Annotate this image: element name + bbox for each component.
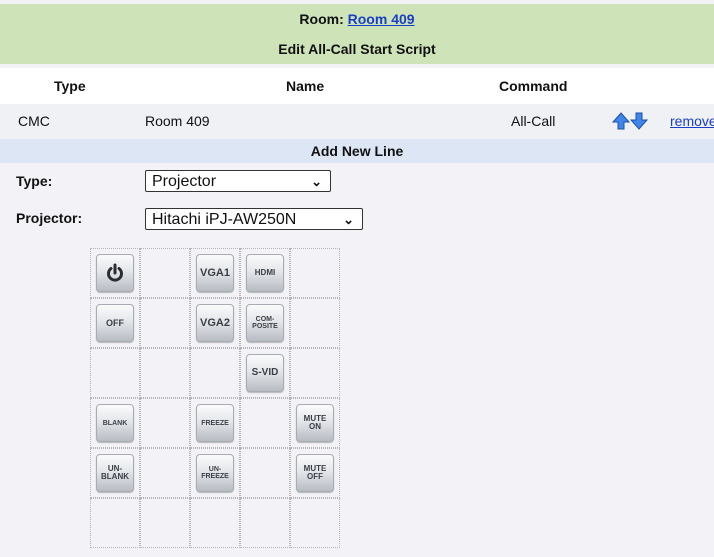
grid-cell	[90, 348, 140, 398]
room-header: Room: Room 409	[0, 4, 714, 34]
move-up-arrow-icon[interactable]	[612, 112, 630, 130]
grid-cell: HDMI	[240, 248, 290, 298]
unfreeze-button[interactable]: UN- FREEZE	[196, 454, 234, 492]
grid-cell	[90, 248, 140, 298]
unblank-button[interactable]: UN- BLANK	[96, 454, 134, 492]
grid-cell: S-VID	[240, 348, 290, 398]
composite-label-line2: POSITE	[252, 323, 278, 330]
hdmi-button[interactable]: HDMI	[246, 254, 284, 292]
column-headers: Type Name Command	[0, 68, 714, 104]
row-type: CMC	[18, 113, 50, 129]
row-command: All-Call	[511, 113, 556, 129]
grid-cell	[140, 398, 190, 448]
grid-cell	[140, 248, 190, 298]
grid-cell: OFF	[90, 298, 140, 348]
grid-cell	[290, 498, 340, 548]
mute-on-button[interactable]: MUTE ON	[296, 404, 334, 442]
blank-button[interactable]: BLANK	[96, 404, 134, 442]
grid-cell: UN- FREEZE	[190, 448, 240, 498]
grid-cell: VGA2	[190, 298, 240, 348]
grid-cell	[240, 398, 290, 448]
projector-label: Projector:	[16, 210, 83, 226]
projector-select-value: Hitachi iPJ-AW250N	[152, 211, 297, 228]
freeze-button[interactable]: FREEZE	[196, 404, 234, 442]
grid-cell	[140, 348, 190, 398]
mute-off-button[interactable]: MUTE OFF	[296, 454, 334, 492]
composite-button[interactable]: COM- POSITE	[246, 304, 284, 342]
table-row: CMC Room 409 All-Call remove	[0, 104, 714, 138]
grid-cell: FREEZE	[190, 398, 240, 448]
chevron-down-icon: ⌄	[311, 174, 322, 189]
grid-cell	[140, 448, 190, 498]
add-new-line-header: Add New Line	[0, 139, 714, 163]
grid-cell	[140, 498, 190, 548]
type-select[interactable]: Projector ⌄	[145, 170, 331, 192]
grid-cell: VGA1	[190, 248, 240, 298]
grid-cell	[290, 298, 340, 348]
column-name: Name	[286, 78, 325, 94]
type-label: Type:	[16, 173, 53, 189]
unblank-label-line2: BLANK	[101, 472, 129, 481]
grid-cell	[140, 298, 190, 348]
off-button[interactable]: OFF	[96, 304, 134, 342]
mute-on-label-line2: ON	[308, 422, 321, 431]
projector-button-grid: VGA1 HDMI OFF VGA2 COM- POSITE S-VID BLA…	[90, 248, 340, 548]
mute-off-label-line2: OFF	[306, 472, 323, 481]
room-label: Room:	[299, 11, 344, 27]
unfreeze-label-line2: FREEZE	[201, 473, 229, 480]
grid-cell	[240, 498, 290, 548]
room-link[interactable]: Room 409	[348, 11, 415, 27]
vga2-button[interactable]: VGA2	[196, 304, 234, 342]
script-title: Edit All-Call Start Script	[0, 34, 714, 64]
projector-select[interactable]: Hitachi iPJ-AW250N ⌄	[145, 208, 363, 230]
grid-cell: COM- POSITE	[240, 298, 290, 348]
power-button[interactable]	[96, 254, 134, 292]
grid-cell: MUTE OFF	[290, 448, 340, 498]
grid-cell: UN- BLANK	[90, 448, 140, 498]
row-name: Room 409	[145, 113, 210, 129]
grid-cell: BLANK	[90, 398, 140, 448]
vga1-button[interactable]: VGA1	[196, 254, 234, 292]
grid-cell	[190, 348, 240, 398]
svid-button[interactable]: S-VID	[246, 354, 284, 392]
grid-cell	[290, 348, 340, 398]
chevron-down-icon: ⌄	[343, 212, 354, 227]
composite-label-line1: COM-	[255, 316, 275, 323]
grid-cell	[190, 498, 240, 548]
column-command: Command	[499, 78, 568, 94]
move-down-arrow-icon[interactable]	[630, 112, 648, 130]
power-icon	[107, 263, 123, 282]
unfreeze-label-line1: UN-	[208, 466, 222, 473]
grid-cell	[240, 448, 290, 498]
grid-cell	[90, 498, 140, 548]
column-type: Type	[54, 78, 86, 94]
grid-cell	[290, 248, 340, 298]
remove-link[interactable]: remove	[670, 113, 714, 129]
grid-cell: MUTE ON	[290, 398, 340, 448]
type-select-value: Projector	[152, 173, 217, 190]
